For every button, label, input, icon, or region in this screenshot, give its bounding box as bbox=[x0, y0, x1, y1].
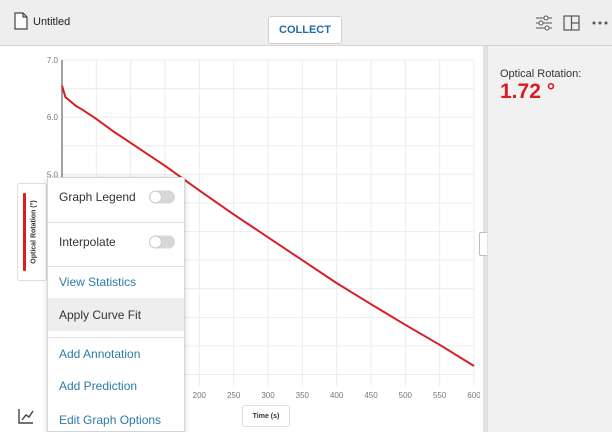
meter-label: Optical Rotation: bbox=[500, 68, 582, 80]
x-tick-label: 400 bbox=[330, 391, 344, 400]
meter-panel: Optical Rotation: 1.72 ° bbox=[487, 46, 612, 432]
x-tick-label: 300 bbox=[261, 391, 275, 400]
graph-legend-label: Graph Legend bbox=[59, 190, 136, 204]
add-annotation-item[interactable]: Add Annotation bbox=[48, 341, 184, 367]
interpolate-label: Interpolate bbox=[59, 235, 116, 249]
graph-context-menu: Graph Legend Interpolate View Statistics… bbox=[47, 177, 185, 432]
more-icon[interactable] bbox=[592, 21, 608, 25]
graph-options-icon[interactable] bbox=[15, 405, 37, 427]
interpolate-item[interactable]: Interpolate bbox=[48, 223, 184, 261]
sliders-icon[interactable] bbox=[535, 15, 553, 31]
x-tick-label: 200 bbox=[193, 391, 207, 400]
x-tick-label: 450 bbox=[364, 391, 378, 400]
file-title[interactable]: Untitled bbox=[33, 16, 70, 28]
x-tick-label: 550 bbox=[433, 391, 447, 400]
toolbar: Untitled COLLECT bbox=[0, 0, 612, 46]
apply-curve-fit-item[interactable]: Apply Curve Fit bbox=[48, 298, 184, 331]
x-tick-label: 600 bbox=[467, 391, 480, 400]
collect-button[interactable]: COLLECT bbox=[268, 16, 342, 44]
edit-graph-options-item[interactable]: Edit Graph Options bbox=[48, 407, 184, 432]
y-axis-label-button[interactable]: Optical Rotation (°) bbox=[17, 183, 47, 281]
x-axis-label-button[interactable]: Time (s) bbox=[242, 405, 290, 427]
x-tick-label: 500 bbox=[399, 391, 413, 400]
x-tick-label: 350 bbox=[296, 391, 310, 400]
graph-legend-toggle[interactable] bbox=[149, 190, 175, 204]
add-prediction-item[interactable]: Add Prediction bbox=[48, 373, 184, 399]
graph-legend-item[interactable]: Graph Legend bbox=[48, 178, 184, 216]
meter-value[interactable]: 1.72 ° bbox=[500, 80, 555, 104]
y-tick-label: 7.0 bbox=[47, 56, 59, 65]
view-statistics-item[interactable]: View Statistics bbox=[48, 267, 184, 297]
x-tick-label: 250 bbox=[227, 391, 241, 400]
interpolate-toggle[interactable] bbox=[149, 235, 175, 249]
y-tick-label: 6.0 bbox=[47, 113, 59, 122]
series-color-indicator bbox=[23, 193, 26, 271]
file-icon[interactable] bbox=[14, 12, 28, 30]
layout-icon[interactable] bbox=[563, 15, 580, 31]
y-axis-label: Optical Rotation (°) bbox=[30, 200, 38, 264]
